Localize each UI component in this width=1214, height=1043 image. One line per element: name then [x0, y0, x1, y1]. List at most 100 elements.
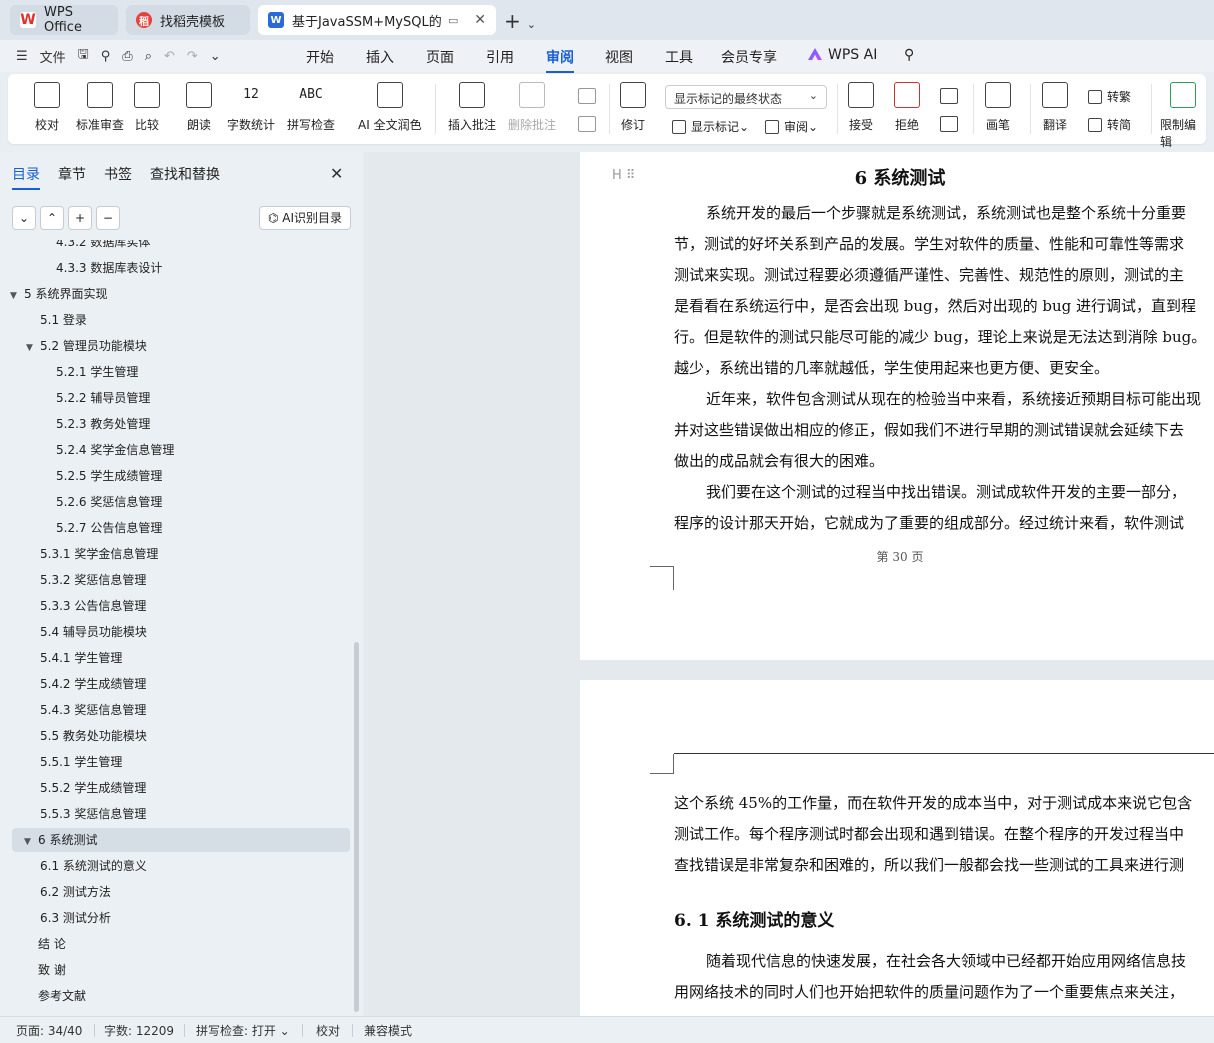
to-traditional-button[interactable]: 转繁 — [1088, 88, 1131, 105]
toc-item[interactable]: 5.5.3 奖惩信息管理 — [40, 802, 146, 826]
remove-heading-button[interactable]: − — [96, 206, 120, 230]
tab-find-replace[interactable]: 查找和替换 — [150, 164, 220, 184]
toc-item[interactable]: 致 谢 — [24, 958, 66, 982]
pen-button[interactable]: 画笔 — [985, 82, 1011, 133]
read-aloud-button[interactable]: 朗读 — [186, 82, 212, 133]
toc-item[interactable]: 6.3 测试分析 — [40, 906, 111, 930]
toc-item[interactable]: 6.2 测试方法 — [40, 880, 111, 904]
monitor-icon[interactable]: ▭ — [448, 14, 458, 27]
standard-review-button[interactable]: 标准审查 — [76, 82, 124, 133]
print-icon[interactable]: ⎙ — [122, 49, 132, 64]
text-line[interactable]: 近年来，软件包含测试从现在的检验当中来看，系统接近预期目标可能出现 — [674, 384, 1214, 415]
restrict-edit-button[interactable]: 限制编辑 — [1160, 82, 1206, 150]
toc-item[interactable]: 5.2.3 教务处管理 — [56, 412, 150, 436]
chevron-down-icon[interactable]: ⌄ — [527, 18, 536, 31]
tab-member[interactable]: 会员专享 — [721, 47, 777, 67]
text-line[interactable]: 我们要在这个测试的过程当中找出错误。测试成软件开发的主要一部分， — [674, 477, 1214, 508]
collapse-up-button[interactable]: ⌃ — [40, 206, 64, 230]
compare-button[interactable]: 比较 — [134, 82, 160, 133]
text-line[interactable]: 节，测试的好坏关系到产品的发展。学生对软件的质量、性能和可靠性等需求 — [674, 229, 1214, 260]
show-markup-button[interactable]: 显示标记 ⌄ — [672, 118, 749, 135]
toc-item[interactable]: ▼ 5 系统界面实现 — [10, 282, 107, 306]
accept-button[interactable]: 接受 — [848, 82, 874, 133]
insert-comment-button[interactable]: 插入批注 — [448, 82, 496, 133]
toc-item[interactable]: 5.3.1 奖学金信息管理 — [40, 542, 158, 566]
tab-bookmarks[interactable]: 书签 — [104, 164, 132, 184]
toc-item[interactable]: 5.5.2 学生成绩管理 — [40, 776, 146, 800]
word-count-button[interactable]: 12 字数统计 — [227, 82, 275, 133]
file-menu[interactable]: 文件 — [40, 47, 66, 66]
tab-wps-office[interactable]: W WPS Office — [10, 5, 118, 35]
toc-item[interactable]: 5.4 辅导员功能模块 — [40, 620, 147, 644]
proofread-button[interactable]: 校对 — [34, 82, 60, 133]
close-icon[interactable]: ✕ — [330, 164, 343, 183]
new-tab-button[interactable]: + ⌄ — [504, 9, 536, 33]
wps-ai-button[interactable]: WPS AI — [808, 47, 877, 63]
text-line[interactable]: 行。但是软件的测试只能尽可能的减少 bug，理论上来说是无法达到消除 bug。 — [674, 322, 1214, 353]
close-tab-icon[interactable]: ✕ — [474, 12, 486, 28]
ai-toc-button[interactable]: ⌬ AI识别目录 — [259, 206, 351, 230]
text-line[interactable]: 随着现代信息的快速发展，在社会各大领域中已经都开始应用网络信息技 — [674, 946, 1214, 977]
hamburger-icon[interactable]: ☰ — [16, 49, 28, 64]
word-count-indicator[interactable]: 字数: 12209 — [104, 1022, 174, 1039]
proof-status[interactable]: 校对 — [316, 1022, 340, 1039]
tab-page[interactable]: 页面 — [426, 47, 454, 67]
toc-item[interactable]: ▼ 5.2 管理员功能模块 — [26, 334, 147, 358]
toc-item[interactable]: 5.4.3 奖惩信息管理 — [40, 698, 146, 722]
more-chevron-icon[interactable]: ⌄ — [210, 49, 221, 64]
print-preview-icon[interactable]: ⌕ — [145, 49, 152, 64]
share-icon[interactable]: ⚲ — [101, 49, 111, 64]
text-line[interactable]: 程序的设计那天开始，它就成为了重要的组成部分。经过统计来看，软件测试 — [674, 508, 1214, 539]
scrollbar[interactable] — [354, 642, 359, 1012]
reject-button[interactable]: 拒绝 — [894, 82, 920, 133]
to-simplified-button[interactable]: 转简 — [1088, 116, 1131, 133]
toc-item[interactable]: 5.2.4 奖学金信息管理 — [56, 438, 174, 462]
expand-triangle-icon[interactable]: ▼ — [26, 336, 40, 360]
toc-item[interactable]: 5.5 教务处功能模块 — [40, 724, 147, 748]
text-line[interactable]: 测试工作。每个程序测试时都会出现和遇到错误。在整个程序的开发过程当中 — [674, 819, 1214, 850]
text-line[interactable]: 做出的成品就会有很大的困难。 — [674, 446, 1214, 477]
tab-view[interactable]: 视图 — [605, 47, 633, 67]
toc-item[interactable]: 5.2.5 学生成绩管理 — [56, 464, 162, 488]
toc-item[interactable]: 5.2.6 奖惩信息管理 — [56, 490, 162, 514]
prev-comment-icon[interactable] — [578, 88, 596, 104]
tab-home[interactable]: 开始 — [306, 47, 334, 67]
toc-item[interactable]: 5.2.2 辅导员管理 — [56, 386, 150, 410]
text-line[interactable]: 越少，系统出错的几率就越低，学生使用起来也更方便、更安全。 — [674, 353, 1214, 384]
tab-daoke-templates[interactable]: 稻 找稻壳模板 — [126, 5, 250, 35]
toc-item[interactable]: 5.4.2 学生成绩管理 — [40, 672, 146, 696]
toc-item[interactable]: ▼ 6 系统测试 — [12, 828, 350, 852]
text-line[interactable]: 这个系统 45%的工作量，而在软件开发的成本当中，对于测试成本来说它包含 — [674, 788, 1214, 819]
tab-toc[interactable]: 目录 — [12, 164, 40, 190]
display-mode-select[interactable]: 显示标记的最终状态 ⌄ — [665, 85, 827, 109]
review-pane-button[interactable]: 审阅 ⌄ — [765, 118, 818, 135]
tab-review[interactable]: 审阅 — [546, 47, 574, 73]
toc-item[interactable]: 4.3.2 数据库实体 — [56, 240, 150, 254]
tab-references[interactable]: 引用 — [486, 47, 514, 67]
next-comment-icon[interactable] — [578, 116, 596, 132]
prev-change-icon[interactable] — [940, 88, 958, 104]
tab-document[interactable]: W 基于JavaSSM+MySQL的高校 ▭ ✕ — [258, 5, 496, 35]
toc-item[interactable]: 5.4.1 学生管理 — [40, 646, 122, 670]
tab-chapters[interactable]: 章节 — [58, 164, 86, 184]
toc-item[interactable]: 5.1 登录 — [40, 308, 87, 332]
delete-comment-button[interactable]: 删除批注 — [508, 82, 556, 133]
toc-item[interactable]: 4.3.3 数据库表设计 — [56, 256, 162, 280]
track-changes-button[interactable]: 修订 — [620, 82, 646, 133]
spell-check-button[interactable]: ABC 拼写检查 — [287, 82, 335, 133]
toc-item[interactable]: 参考文献 — [24, 984, 86, 1008]
save-icon[interactable]: 🖫 — [78, 45, 89, 67]
text-line[interactable]: 用网络技术的同时人们也开始把软件的质量问题作为了一个重要焦点来关注， — [674, 977, 1214, 1008]
expand-triangle-icon[interactable]: ▼ — [24, 830, 38, 854]
add-heading-button[interactable]: + — [68, 206, 92, 230]
toc-item[interactable]: 5.5.1 学生管理 — [40, 750, 122, 774]
toc-item[interactable]: 5.2.7 公告信息管理 — [56, 516, 162, 540]
tab-insert[interactable]: 插入 — [366, 47, 394, 67]
text-line[interactable]: 并对这些错误做出相应的修正，假如我们不进行早期的测试错误就会延续下去 — [674, 415, 1214, 446]
text-line[interactable]: 是看看在系统运行中，是否会出现 bug，然后对出现的 bug 进行调试，直到程 — [674, 291, 1214, 322]
text-line[interactable]: 测试来实现。测试过程要必须遵循严谨性、完善性、规范性的原则，测试的主 — [674, 260, 1214, 291]
toc-item[interactable]: 结 论 — [24, 932, 66, 956]
spell-check-status[interactable]: 拼写检查: 打开 ⌄ — [196, 1022, 290, 1039]
ai-polish-button[interactable]: AI 全文润色 — [358, 82, 422, 133]
expand-down-button[interactable]: ⌄ — [12, 206, 36, 230]
